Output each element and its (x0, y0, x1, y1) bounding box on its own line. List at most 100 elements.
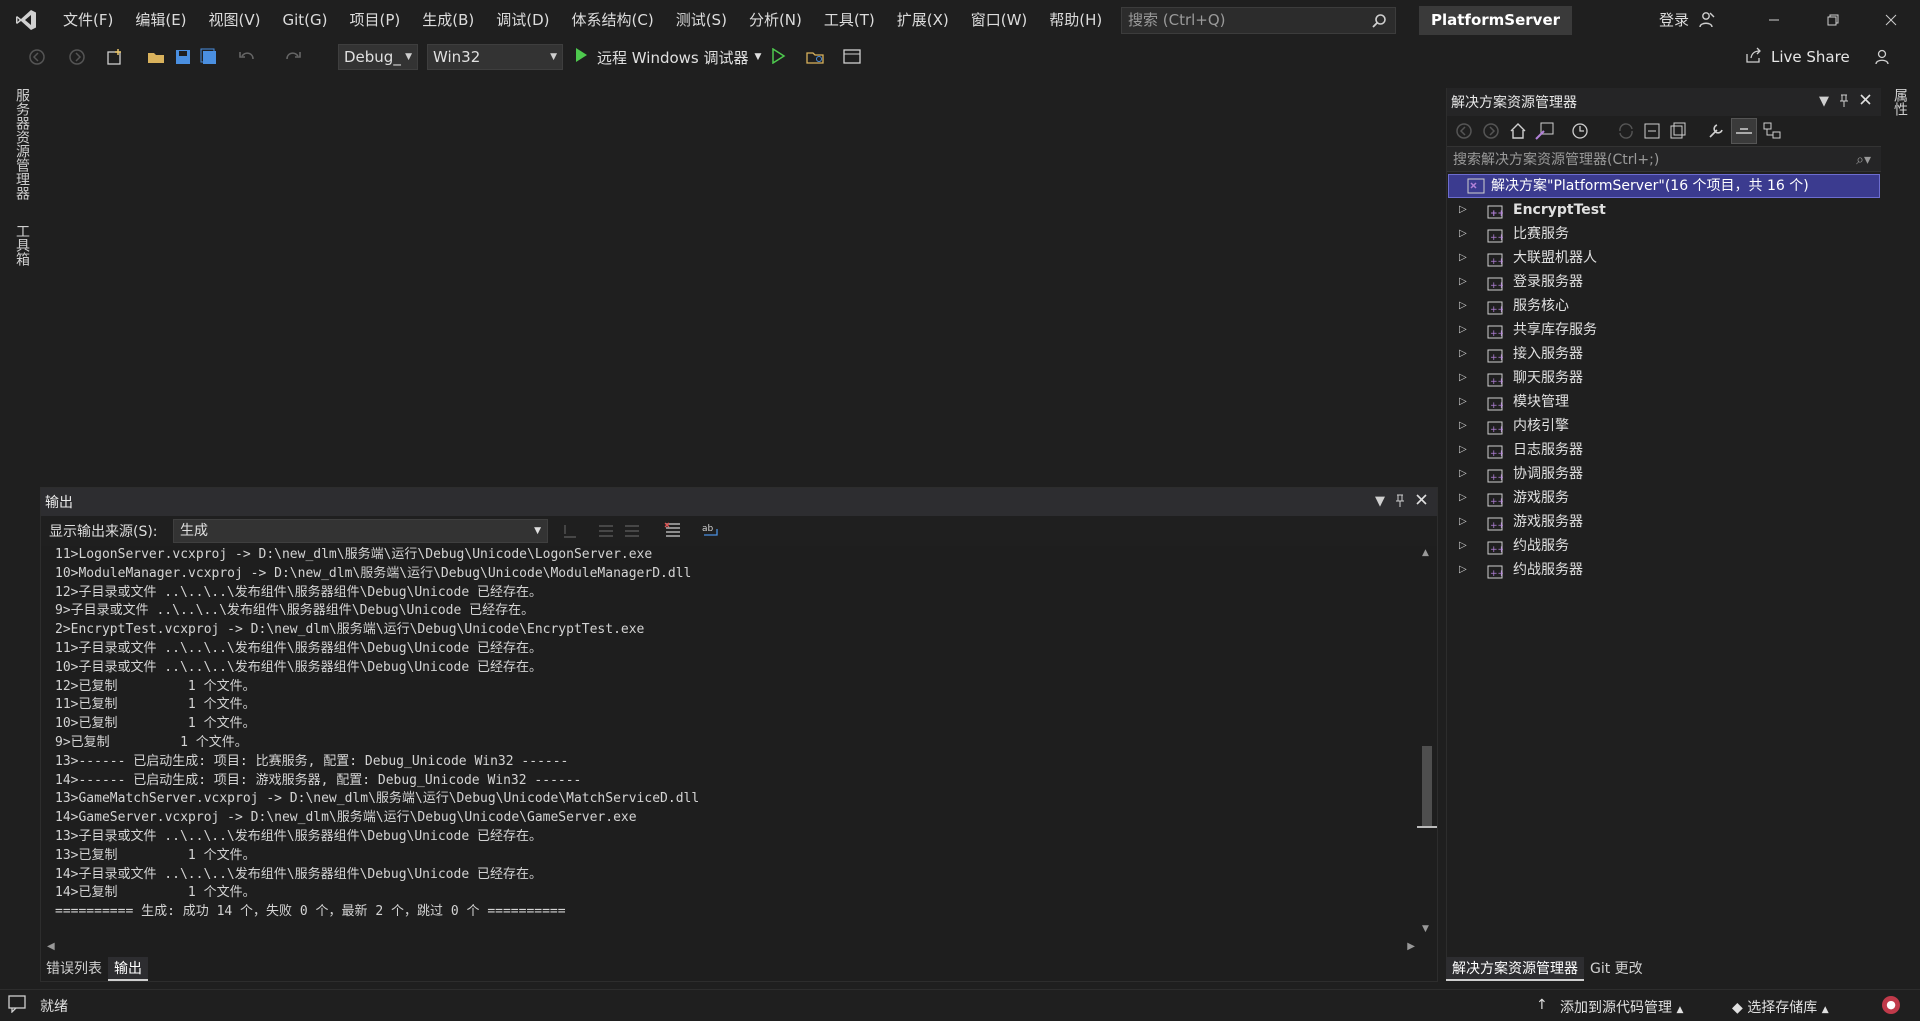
menu-item[interactable]: 窗口(W) (960, 0, 1039, 40)
platform-select[interactable]: Win32 ▼ (427, 44, 563, 70)
feedback-icon[interactable] (1874, 48, 1894, 70)
toolbox-tab[interactable]: 工具箱 (12, 224, 32, 266)
chevron-right-icon[interactable]: ▷ (1459, 414, 1467, 438)
layout-icon[interactable] (843, 48, 865, 70)
menu-item[interactable]: 生成(B) (411, 0, 485, 40)
visual-studio-logo-icon[interactable] (0, 0, 52, 40)
word-wrap-icon[interactable]: ab (701, 521, 721, 543)
collapse-all-icon[interactable] (1643, 122, 1661, 144)
menu-item[interactable]: 编辑(E) (124, 0, 197, 40)
undo-icon[interactable] (238, 48, 256, 70)
menu-item[interactable]: Git(G) (272, 0, 339, 40)
window-position-dropdown-icon[interactable]: ▼ (1375, 494, 1385, 509)
project-node[interactable]: ▷ ++ 共享库存服务 (1447, 318, 1881, 342)
properties-wrench-icon[interactable] (1707, 122, 1725, 144)
window-position-dropdown-icon[interactable]: ▼ (1819, 94, 1829, 109)
properties-tab[interactable]: 属性 (1890, 88, 1910, 116)
menu-item[interactable]: 调试(D) (485, 0, 560, 40)
project-node[interactable]: ▷ ++ 内核引擎 (1447, 414, 1881, 438)
redo-icon[interactable] (284, 48, 302, 70)
project-node[interactable]: ▷ ++ 游戏服务器 (1447, 510, 1881, 534)
show-all-files-icon[interactable] (1669, 122, 1687, 144)
new-project-icon[interactable] (106, 48, 126, 70)
project-node[interactable]: ▷ ++ 约战服务 (1447, 534, 1881, 558)
project-node[interactable]: ▷ ++ 聊天服务器 (1447, 366, 1881, 390)
close-window-button[interactable] (1862, 0, 1920, 40)
menu-item[interactable]: 测试(S) (665, 0, 738, 40)
preview-selected-items-icon[interactable] (1731, 118, 1757, 144)
project-node[interactable]: ▷ ++ 协调服务器 (1447, 462, 1881, 486)
project-node[interactable]: ▷ ++ 登录服务器 (1447, 270, 1881, 294)
scrollbar-thumb[interactable] (1422, 746, 1432, 826)
menu-item[interactable]: 文件(F) (52, 0, 124, 40)
project-node[interactable]: ▷ ++ 服务核心 (1447, 294, 1881, 318)
project-node[interactable]: ▷ ++ EncryptTest (1447, 198, 1881, 222)
chevron-right-icon[interactable]: ▷ (1459, 510, 1467, 534)
close-icon[interactable] (1860, 94, 1871, 109)
tab-git-changes[interactable]: Git 更改 (1584, 957, 1649, 981)
pin-icon[interactable] (1395, 494, 1405, 512)
output-horizontal-scrollbar[interactable]: ◀ ▶ (41, 940, 1419, 956)
forward-icon[interactable] (1482, 122, 1500, 144)
menu-item[interactable]: 体系结构(C) (561, 0, 665, 40)
clear-all-icon[interactable] (663, 521, 683, 543)
tab-solution-explorer[interactable]: 解决方案资源管理器 (1446, 957, 1584, 981)
chevron-right-icon[interactable]: ▷ (1459, 462, 1467, 486)
browse-folder-icon[interactable] (806, 48, 826, 70)
open-folder-icon[interactable] (147, 48, 167, 70)
save-all-icon[interactable] (200, 48, 218, 70)
pending-changes-filter-icon[interactable] (1571, 122, 1589, 144)
menu-item[interactable]: 工具(T) (813, 0, 886, 40)
tab-error-list[interactable]: 错误列表 (40, 957, 108, 981)
chevron-right-icon[interactable]: ▷ (1459, 246, 1467, 270)
login-link[interactable]: 登录 (1659, 0, 1689, 40)
chevron-right-icon[interactable]: ▷ (1459, 318, 1467, 342)
project-node[interactable]: ▷ ++ 模块管理 (1447, 390, 1881, 414)
sync-icon[interactable] (1617, 122, 1635, 144)
solution-search-input[interactable]: 搜索解决方案资源管理器(Ctrl+;) ⌕▾ (1447, 146, 1881, 172)
add-to-source-control-button[interactable]: 添加到源代码管理 ▲ (1560, 997, 1683, 1017)
output-source-select[interactable]: 生成 ▼ (173, 519, 548, 543)
project-node[interactable]: ▷ ++ 大联盟机器人 (1447, 246, 1881, 270)
project-node[interactable]: ▷ ++ 比赛服务 (1447, 222, 1881, 246)
restore-button[interactable] (1804, 0, 1862, 40)
notification-bell-icon[interactable]: ● (1882, 996, 1900, 1014)
feedback-person-icon[interactable] (1698, 11, 1716, 33)
scroll-down-icon[interactable]: ▼ (1422, 924, 1429, 934)
configuration-select[interactable]: Debug_ ▼ (338, 44, 418, 70)
chevron-right-icon[interactable]: ▷ (1459, 270, 1467, 294)
select-repository-button[interactable]: ◆ 选择存储库 ▲ (1732, 997, 1829, 1017)
scroll-left-icon[interactable]: ◀ (47, 941, 55, 952)
menu-item[interactable]: 分析(N) (738, 0, 813, 40)
output-vertical-scrollbar[interactable]: ▲ ▼ (1417, 546, 1437, 936)
next-message-icon[interactable] (623, 522, 641, 544)
chevron-right-icon[interactable]: ▷ (1459, 366, 1467, 390)
save-icon[interactable] (174, 48, 192, 70)
pin-icon[interactable] (1839, 94, 1849, 112)
chevron-right-icon[interactable]: ▷ (1459, 294, 1467, 318)
project-node[interactable]: ▷ ++ 游戏服务 (1447, 486, 1881, 510)
server-explorer-tab[interactable]: 服务器资源管理器 (12, 88, 32, 200)
search-input[interactable]: 搜索 (Ctrl+Q) (1121, 7, 1396, 34)
chevron-right-icon[interactable]: ▷ (1459, 486, 1467, 510)
class-view-icon[interactable] (1763, 122, 1781, 144)
home-icon[interactable] (1509, 122, 1527, 144)
menu-item[interactable]: 项目(P) (339, 0, 412, 40)
start-debugging-button[interactable]: 远程 Windows 调试器 ▼ (573, 45, 761, 69)
tab-output[interactable]: 输出 (108, 957, 148, 981)
back-icon[interactable] (1455, 122, 1473, 144)
previous-message-icon[interactable] (597, 522, 615, 544)
chevron-right-icon[interactable]: ▷ (1459, 534, 1467, 558)
live-share-button[interactable]: Live Share (1745, 46, 1850, 68)
project-node[interactable]: ▷ ++ 日志服务器 (1447, 438, 1881, 462)
search-icon[interactable]: ⌕▾ (1856, 147, 1871, 173)
menu-item[interactable]: 视图(V) (198, 0, 272, 40)
switch-views-icon[interactable] (1535, 122, 1555, 144)
chevron-right-icon[interactable]: ▷ (1459, 222, 1467, 246)
chevron-right-icon[interactable]: ▷ (1459, 198, 1467, 222)
scroll-up-icon[interactable]: ▲ (1422, 548, 1429, 558)
close-icon[interactable] (1416, 494, 1427, 509)
find-message-icon[interactable] (561, 522, 579, 544)
start-without-debugging-icon[interactable] (770, 47, 786, 68)
minimize-button[interactable] (1745, 0, 1803, 40)
